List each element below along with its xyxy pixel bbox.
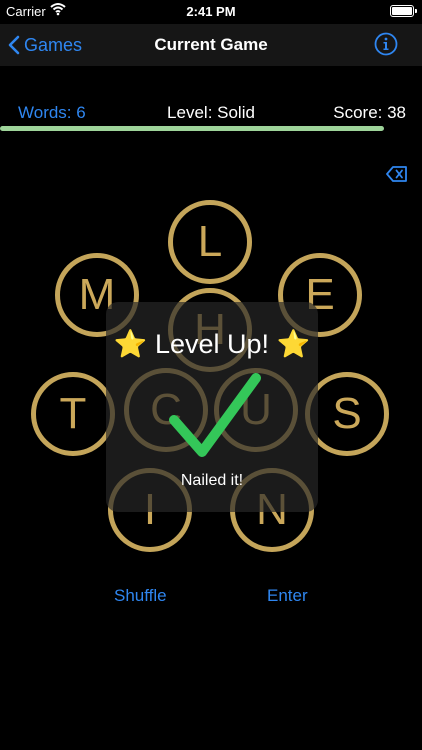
checkmark-icon (169, 373, 261, 457)
delete-backward-icon (386, 166, 407, 182)
letter-tile-left[interactable]: T (31, 372, 115, 456)
level-progress-bar (0, 126, 422, 131)
battery-icon (390, 5, 417, 17)
info-button[interactable] (374, 32, 398, 56)
level-progress-fill (0, 126, 385, 131)
page-title: Current Game (154, 35, 268, 54)
level-up-title: ⭐️ Level Up! ⭐️ (113, 329, 311, 359)
shuffle-button[interactable]: Shuffle (114, 586, 167, 606)
delete-button[interactable] (386, 165, 408, 183)
letter-tile-top[interactable]: L (168, 200, 252, 284)
status-bar: Carrier 2:41 PM (0, 0, 422, 24)
navigation-bar: Games Current Game (0, 24, 422, 66)
score-label: Score: 38 (333, 103, 406, 122)
info-icon (374, 32, 398, 56)
clock: 2:41 PM (186, 4, 236, 19)
enter-button[interactable]: Enter (267, 586, 308, 606)
level-up-subtitle: Nailed it! (180, 472, 244, 489)
level-up-toast: ⭐️ Level Up! ⭐️ Nailed it! (106, 302, 318, 512)
stats-row: Words: 6 Level: Solid Score: 38 (0, 103, 422, 125)
